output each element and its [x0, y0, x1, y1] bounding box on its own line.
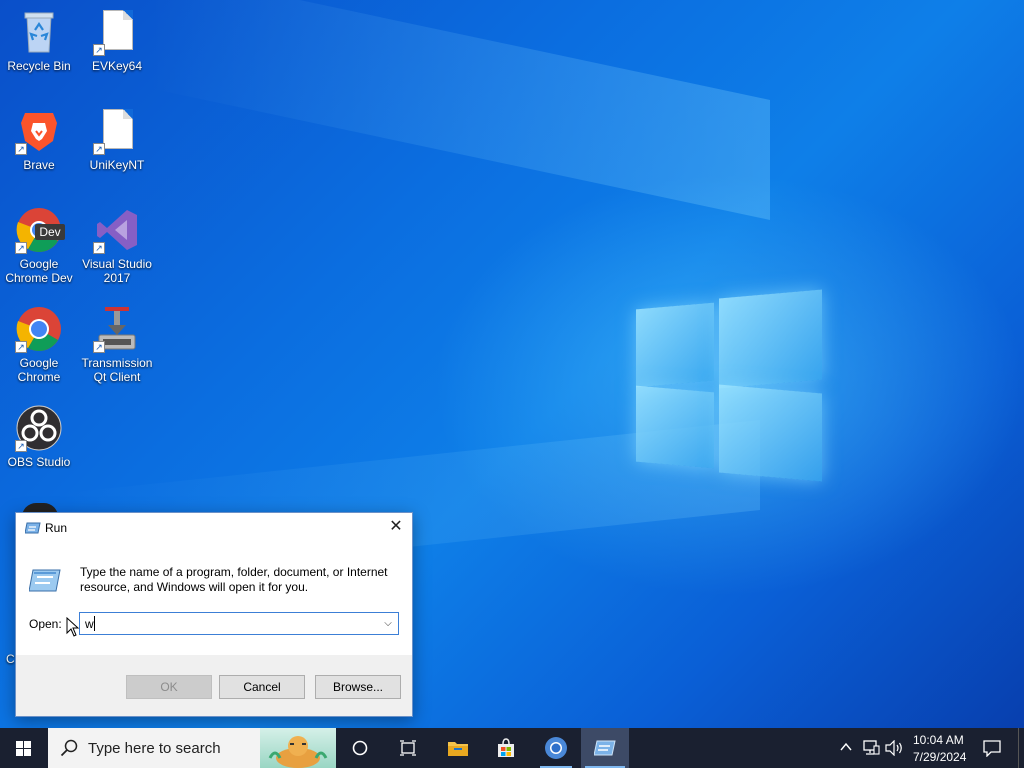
chrome-dev-icon: Dev ↗ [15, 206, 65, 254]
desktop-icon-obs-studio[interactable]: ↗ OBS Studio [1, 404, 77, 469]
desktop-icon-label: UniKeyNT [89, 158, 145, 172]
ok-button[interactable]: OK [126, 675, 212, 699]
obscured-desktop-icon-label: C [6, 652, 15, 666]
search-placeholder: Type here to search [88, 740, 221, 757]
desktop-icon-label: Recycle Bin [7, 59, 71, 73]
desktop-icon-google-chrome[interactable]: ↗ Google Chrome [1, 305, 77, 384]
store-bag-icon [498, 738, 514, 757]
desktop-icon-brave[interactable]: ↗ Brave [1, 107, 77, 172]
clock-date: 7/29/2024 [913, 750, 967, 764]
run-program-icon [28, 567, 61, 593]
speaker-icon [885, 740, 902, 756]
file-icon: ↗ [93, 8, 141, 56]
chrome-taskbar-button[interactable] [532, 728, 580, 768]
desktop-icon-label: Transmission Qt Client [81, 356, 153, 384]
clock-time: 10:04 AM [913, 733, 964, 747]
network-button[interactable] [862, 728, 880, 768]
run-dialog-body: Type the name of a program, folder, docu… [16, 543, 412, 655]
desktop-icon-label: Brave [23, 158, 55, 172]
recycle-bin-icon [15, 8, 63, 56]
open-input[interactable]: w [85, 617, 94, 631]
open-label: Open: [29, 617, 62, 631]
cancel-button[interactable]: Cancel [219, 675, 305, 699]
show-desktop-button[interactable] [1018, 728, 1019, 768]
task-view-button[interactable] [384, 728, 432, 768]
text-caret [94, 616, 95, 631]
chevron-down-icon[interactable]: ⌵ [380, 615, 396, 632]
desktop-icon-evkey64[interactable]: ↗ EVKey64 [79, 8, 155, 73]
network-icon [863, 740, 880, 755]
brave-lion-icon: ↗ [15, 107, 63, 155]
visual-studio-icon: ↗ [93, 206, 141, 254]
taskbar: Type here to search 10:04 AM 7/29/2024 [0, 728, 1024, 768]
dev-badge: Dev [35, 224, 65, 240]
mouse-pointer-icon [66, 616, 80, 637]
desktop-icon-recycle-bin[interactable]: Recycle Bin [1, 8, 77, 73]
desktop-icon-transmission[interactable]: ↗ Transmission Qt Client [79, 305, 155, 384]
desktop-icon-unikeynt[interactable]: ↗ UniKeyNT [79, 107, 155, 172]
desktop-icon-visual-studio[interactable]: ↗ Visual Studio 2017 [79, 206, 155, 285]
close-button[interactable]: ✕ [380, 513, 412, 543]
taskbar-search-box[interactable]: Type here to search [48, 728, 336, 768]
show-hidden-icons-button[interactable] [838, 728, 854, 768]
transmission-icon: ↗ [93, 305, 141, 353]
run-dialog: Run ✕ Type the name of a program, folder… [15, 512, 413, 717]
browse-button[interactable]: Browse... [315, 675, 401, 699]
run-dialog-titlebar[interactable]: Run ✕ [16, 513, 412, 543]
microsoft-store-button[interactable] [482, 728, 530, 768]
start-button[interactable] [0, 728, 48, 768]
desktop-icon-chrome-dev[interactable]: Dev ↗ Google Chrome Dev [1, 206, 77, 285]
file-explorer-button[interactable] [434, 728, 482, 768]
close-icon: ✕ [389, 518, 403, 535]
chrome-icon: ↗ [15, 305, 63, 353]
folder-icon [448, 742, 468, 756]
cortana-button[interactable] [336, 728, 384, 768]
volume-button[interactable] [884, 728, 904, 768]
windows-logo-wallpaper [636, 289, 822, 482]
chrome-dev-icon [545, 737, 567, 759]
search-highlight-illustration [260, 728, 336, 768]
desktop-icon-label: OBS Studio [7, 455, 71, 469]
chevron-up-icon [840, 742, 852, 751]
run-icon [24, 521, 41, 534]
task-view-icon [400, 740, 416, 756]
obs-icon: ↗ [15, 404, 63, 452]
file-icon: ↗ [93, 107, 141, 155]
desktop-icon-label: Visual Studio 2017 [82, 257, 152, 285]
action-center-button[interactable] [978, 728, 1014, 768]
run-taskbar-button[interactable] [581, 728, 629, 768]
search-icon [60, 739, 78, 757]
cortana-circle-icon [352, 740, 368, 756]
notification-icon [983, 740, 1001, 757]
run-icon [594, 740, 616, 756]
run-dialog-title: Run [45, 521, 68, 535]
light-beam [150, 0, 770, 220]
open-combobox[interactable]: w ⌵ [79, 612, 399, 635]
desktop-icon-label: Google Chrome Dev [5, 257, 73, 285]
desktop-icon-label: Google Chrome [17, 356, 61, 384]
run-dialog-description: Type the name of a program, folder, docu… [80, 565, 388, 594]
desktop-icon-label: EVKey64 [91, 59, 143, 73]
